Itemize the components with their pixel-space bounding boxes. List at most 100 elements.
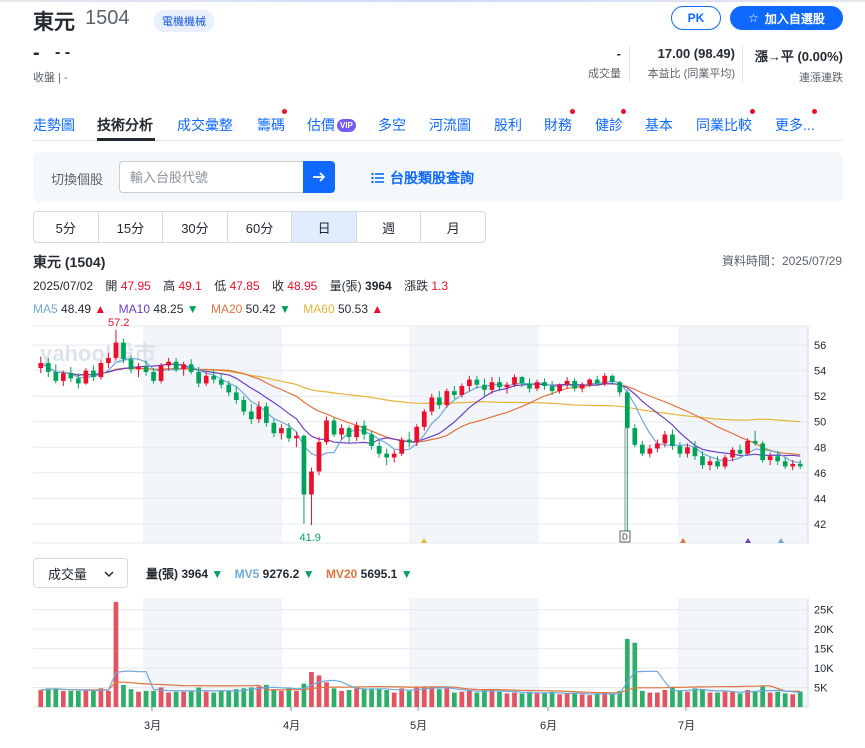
candle-body xyxy=(602,375,608,384)
mv20-legend: MV20 5695.1 ▼ xyxy=(325,567,413,581)
candle-body xyxy=(436,397,442,406)
x-tick-label: 6月 xyxy=(540,720,557,732)
volume-bar xyxy=(737,693,743,707)
volume-tick-label: 25K xyxy=(814,605,834,617)
candle-body xyxy=(527,383,532,389)
volume-bar xyxy=(309,671,314,707)
candle-body xyxy=(775,456,781,462)
candle-body xyxy=(121,342,126,360)
volume-bar xyxy=(579,694,585,707)
volume-bar xyxy=(775,691,781,707)
price-volume-chart[interactable]: 42 44 46 48 50 52 54 56 yahoo!股市 57.2 41.9 D 5K 10K 15… xyxy=(0,0,865,748)
y-tick-label: 54 xyxy=(814,366,826,378)
candle-body xyxy=(346,428,352,438)
volume-bar xyxy=(324,682,329,707)
indicator-select-label: 成交量 xyxy=(48,566,88,582)
volume-bar xyxy=(760,686,765,707)
y-tick-label: 56 xyxy=(814,340,826,352)
volume-bar xyxy=(294,690,299,707)
candle-body xyxy=(737,449,743,454)
candle-body xyxy=(519,377,525,384)
candle-body xyxy=(331,420,337,435)
vol-legend: 量(張) 3964 ▼ xyxy=(146,567,224,581)
candle-body xyxy=(467,379,472,386)
candle-body xyxy=(151,371,156,381)
candle-body xyxy=(474,379,480,385)
candle-body xyxy=(106,357,111,364)
candle-body xyxy=(113,342,119,358)
volume-bar xyxy=(106,690,111,707)
candle-body xyxy=(782,461,788,467)
candle-body xyxy=(594,379,600,384)
volume-bar xyxy=(489,690,495,707)
candle-body xyxy=(241,400,247,412)
volume-bar xyxy=(354,688,359,707)
volume-bar xyxy=(369,688,374,707)
volume-bar xyxy=(113,601,119,707)
y-tick-label: 48 xyxy=(814,442,826,454)
candle-body xyxy=(128,359,134,370)
volume-bar xyxy=(151,690,156,707)
volume-bar xyxy=(700,689,705,707)
volume-bar xyxy=(752,690,758,707)
candle-body xyxy=(391,453,397,458)
candle-body xyxy=(60,373,66,381)
volume-bar xyxy=(45,688,51,707)
candle-body xyxy=(406,439,412,443)
candle-body xyxy=(730,449,735,458)
volume-bar xyxy=(474,692,480,707)
chevron-down-icon xyxy=(104,571,114,578)
volume-bar xyxy=(662,690,668,707)
candle-body xyxy=(444,391,450,406)
volume-bar xyxy=(233,689,239,707)
y-tick-label: 42 xyxy=(814,519,826,531)
candle-body xyxy=(421,411,427,427)
volume-bar xyxy=(542,693,547,707)
volume-bar xyxy=(68,690,74,707)
candle-body xyxy=(158,365,164,381)
volume-bar xyxy=(512,692,517,707)
candle-body xyxy=(542,382,547,386)
candle-body xyxy=(767,456,773,461)
volume-bar xyxy=(406,690,412,707)
volume-bar xyxy=(346,690,352,707)
candle-body xyxy=(354,425,359,438)
volume-bar xyxy=(677,690,683,707)
mv5-legend: MV5 9276.2 ▼ xyxy=(234,567,315,581)
candle-body xyxy=(497,382,502,388)
y-tick-label: 46 xyxy=(814,468,826,480)
candle-body xyxy=(534,382,540,389)
volume-bar xyxy=(429,686,435,707)
candle-body xyxy=(564,380,570,385)
volume-bar xyxy=(316,675,322,707)
candle-body xyxy=(271,423,277,434)
y-tick-label: 50 xyxy=(814,417,826,429)
volume-bar xyxy=(399,688,405,707)
volume-bar xyxy=(549,691,555,707)
candle-body xyxy=(203,375,209,384)
candle-body xyxy=(670,434,675,446)
x-tick-label: 5月 xyxy=(410,720,427,732)
candle-body xyxy=(685,447,690,454)
candle-body xyxy=(579,384,585,389)
candle-body xyxy=(76,378,81,384)
volume-bar xyxy=(38,690,44,707)
volume-bar xyxy=(60,690,66,707)
indicator-select[interactable]: 成交量 xyxy=(33,558,128,588)
volume-legend: 量(張) 3964 ▼ MV5 9276.2 ▼ MV20 5695.1 ▼ xyxy=(146,565,421,582)
candle-body xyxy=(414,426,420,443)
candle-body xyxy=(38,363,44,369)
candle-body xyxy=(384,453,390,458)
volume-bar xyxy=(609,694,615,707)
volume-bar xyxy=(602,692,608,707)
candle-body xyxy=(647,448,653,454)
y-tick-label: 44 xyxy=(814,493,826,505)
candle-body xyxy=(512,377,517,385)
month-band xyxy=(678,326,808,543)
volume-bar xyxy=(587,695,593,707)
candle-body xyxy=(233,392,239,401)
candle-body xyxy=(263,406,269,424)
candle-body xyxy=(45,363,51,372)
volume-bar xyxy=(497,691,502,707)
candle-body xyxy=(294,435,299,439)
